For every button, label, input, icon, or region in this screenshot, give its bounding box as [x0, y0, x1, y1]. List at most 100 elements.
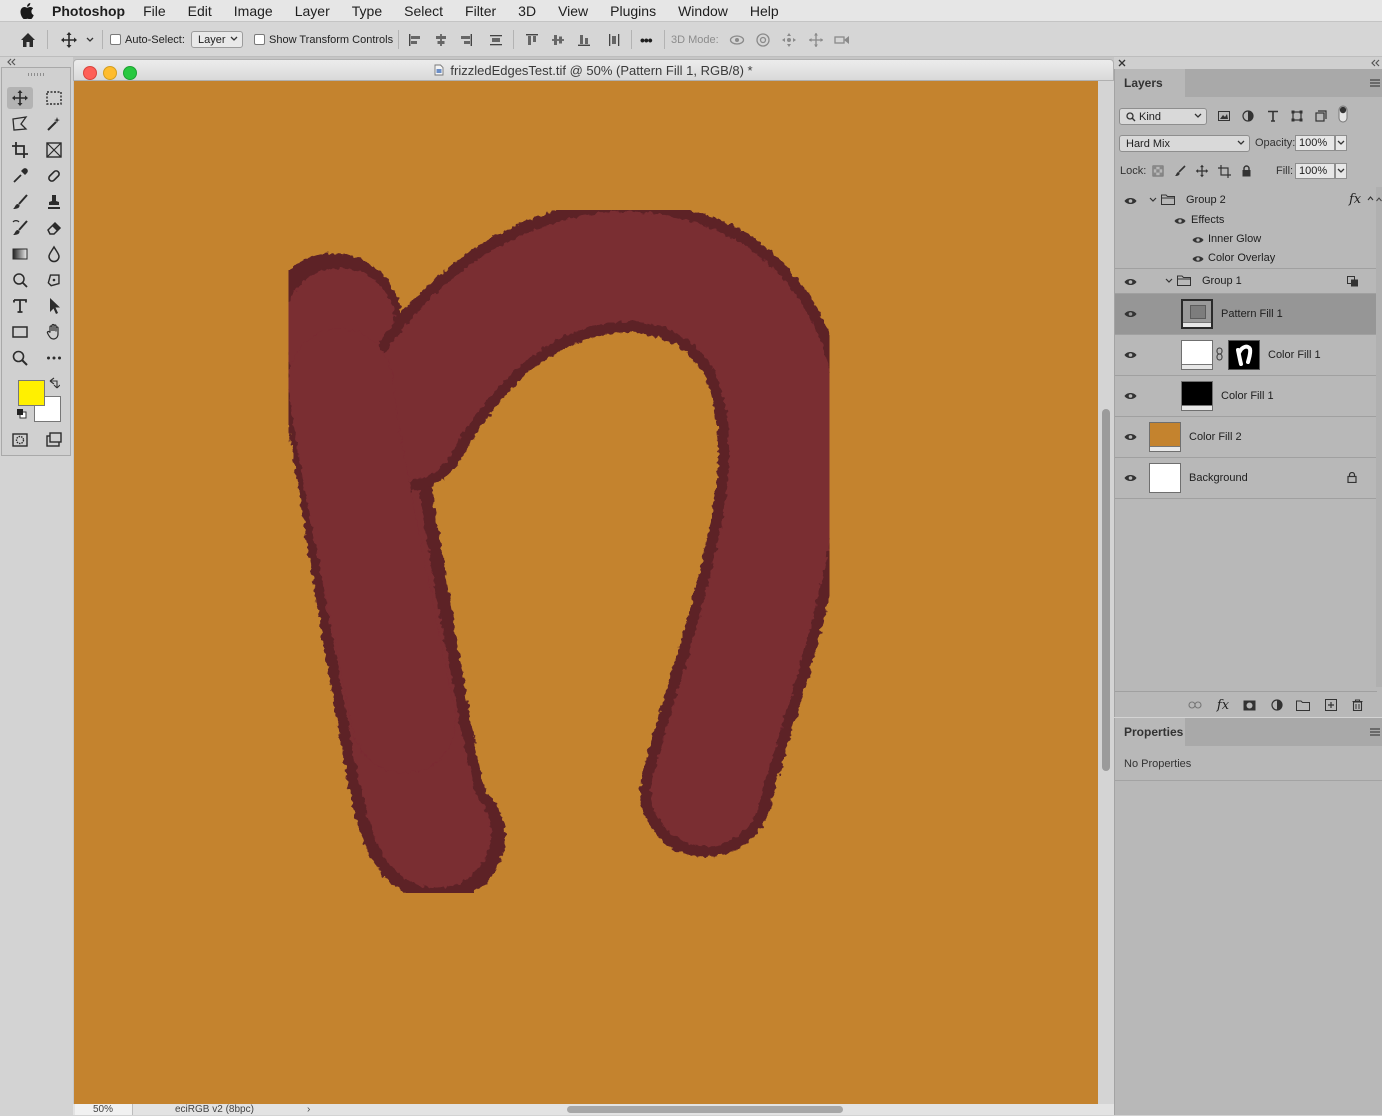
tools-collapse-bar[interactable] [4, 57, 72, 67]
screen-mode-button[interactable] [41, 429, 67, 451]
inner-glow-visibility-eye-icon[interactable] [1190, 233, 1206, 247]
vertical-scroll-thumb[interactable] [1102, 409, 1110, 771]
zoom-window-button[interactable] [123, 66, 137, 80]
fill-input[interactable]: 100% [1295, 163, 1335, 179]
add-mask-icon[interactable] [1241, 697, 1257, 713]
menu-window[interactable]: Window [678, 3, 728, 19]
color-overlay-visibility-eye-icon[interactable] [1190, 252, 1206, 266]
eye-visibility-icon[interactable] [1122, 275, 1138, 289]
path-selection-tool[interactable] [41, 295, 67, 317]
expand-dock-icon[interactable] [1370, 59, 1380, 67]
filter-pixel-icon[interactable] [1216, 108, 1232, 124]
lock-position-icon[interactable] [1194, 163, 1210, 179]
layer-row-background[interactable]: Background [1115, 458, 1377, 499]
apple-menu-icon[interactable] [18, 2, 36, 19]
align-vertical-center-icon[interactable] [547, 22, 569, 57]
close-window-button[interactable] [83, 66, 97, 80]
eye-visibility-icon[interactable] [1122, 471, 1138, 485]
3d-pan-icon[interactable] [778, 22, 800, 57]
layer-row-group-1[interactable]: Group 1 [1115, 269, 1377, 294]
scroll-up-arrow-icon[interactable] [1376, 197, 1382, 202]
menu-type[interactable]: Type [352, 3, 382, 19]
layers-scrollbar[interactable] [1376, 187, 1382, 687]
zoom-tool[interactable] [7, 347, 33, 369]
layer-row-color-fill-2[interactable]: Color Fill 2 [1115, 417, 1377, 458]
filter-kind-dropdown[interactable]: Kind [1119, 108, 1207, 125]
menu-edit[interactable]: Edit [188, 3, 212, 19]
close-dock-icon[interactable] [1118, 59, 1126, 67]
delete-layer-trash-icon[interactable] [1349, 697, 1365, 713]
clone-stamp-tool[interactable] [41, 191, 67, 213]
layer-mask-thumbnail[interactable] [1228, 340, 1260, 370]
new-group-icon[interactable] [1295, 697, 1311, 713]
healing-brush-tool[interactable] [41, 165, 67, 187]
eye-visibility-icon[interactable] [1122, 389, 1138, 403]
distribute-vertical-icon[interactable] [603, 22, 625, 57]
eye-visibility-icon[interactable] [1122, 348, 1138, 362]
menu-plugins[interactable]: Plugins [610, 3, 656, 19]
filter-shape-icon[interactable] [1289, 108, 1305, 124]
filter-toggle-switch[interactable] [1335, 105, 1351, 123]
align-left-icon[interactable] [404, 22, 426, 57]
pen-tool[interactable] [41, 269, 67, 291]
auto-select-checkbox[interactable]: Auto-Select: [110, 22, 185, 57]
collapse-arrows-icon[interactable] [6, 58, 16, 66]
group-expand-chevron-icon[interactable] [1149, 197, 1157, 203]
3d-slide-icon[interactable] [805, 22, 827, 57]
new-adjustment-layer-icon[interactable] [1269, 697, 1285, 713]
foreground-color-swatch[interactable] [18, 380, 45, 406]
type-tool[interactable] [7, 295, 33, 317]
align-bottom-icon[interactable] [573, 22, 595, 57]
auto-select-checkbox-box[interactable] [110, 34, 121, 45]
align-horizontal-center-icon[interactable] [430, 22, 452, 57]
tool-preset-chevron-icon[interactable] [86, 22, 94, 57]
eye-visibility-icon[interactable] [1122, 194, 1138, 208]
properties-tab[interactable]: Properties [1115, 718, 1185, 746]
move-tool[interactable] [7, 87, 33, 109]
effects-visibility-eye-icon[interactable] [1172, 214, 1188, 228]
app-name[interactable]: Photoshop [52, 3, 125, 19]
frame-tool[interactable] [41, 139, 67, 161]
lock-artboard-icon[interactable] [1216, 163, 1232, 179]
lock-all-icon[interactable] [1238, 163, 1254, 179]
menu-view[interactable]: View [558, 3, 588, 19]
effect-name-inner-glow[interactable]: Inner Glow [1208, 233, 1261, 245]
menu-filter[interactable]: Filter [465, 3, 496, 19]
crop-tool[interactable] [7, 139, 33, 161]
layers-panel-menu-icon[interactable] [1370, 79, 1380, 87]
menu-file[interactable]: File [143, 3, 166, 19]
3d-orbit-icon[interactable] [726, 22, 748, 57]
filter-type-icon[interactable] [1265, 108, 1281, 124]
layer-thumbnail[interactable] [1149, 422, 1181, 452]
layers-tab[interactable]: Layers [1115, 69, 1185, 97]
layer-fx-icon[interactable]: fx [1349, 192, 1361, 207]
menu-select[interactable]: Select [404, 3, 443, 19]
swap-colors-icon[interactable] [48, 377, 60, 389]
default-colors-icon[interactable] [16, 408, 28, 420]
quick-mask-button[interactable] [7, 429, 33, 451]
history-brush-tool[interactable] [7, 217, 33, 239]
tools-grip[interactable] [28, 73, 46, 76]
zoom-level-field[interactable]: 50% [75, 1104, 133, 1115]
opacity-slider-toggle[interactable] [1335, 135, 1347, 151]
layer-thumbnail[interactable] [1181, 340, 1213, 370]
brush-tool[interactable] [7, 191, 33, 213]
home-icon[interactable] [17, 22, 39, 57]
horizontal-scroll-thumb[interactable] [567, 1106, 843, 1113]
new-layer-icon[interactable] [1323, 697, 1339, 713]
3d-scale-icon[interactable] [831, 22, 853, 57]
auto-select-target-dropdown[interactable]: Layer [191, 31, 243, 48]
align-top-icon[interactable] [521, 22, 543, 57]
3d-roll-icon[interactable] [752, 22, 774, 57]
minimize-window-button[interactable] [103, 66, 117, 80]
fill-slider-toggle[interactable] [1335, 163, 1347, 179]
menu-3d[interactable]: 3D [518, 3, 536, 19]
eraser-tool[interactable] [41, 217, 67, 239]
color-profile-info[interactable]: eciRGB v2 (8bpc) [175, 1104, 254, 1116]
menu-image[interactable]: Image [234, 3, 273, 19]
eye-visibility-icon[interactable] [1122, 307, 1138, 321]
lasso-tool[interactable] [7, 113, 33, 135]
blend-mode-dropdown[interactable]: Hard Mix [1119, 135, 1250, 152]
menu-layer[interactable]: Layer [295, 3, 330, 19]
align-right-icon[interactable] [455, 22, 477, 57]
